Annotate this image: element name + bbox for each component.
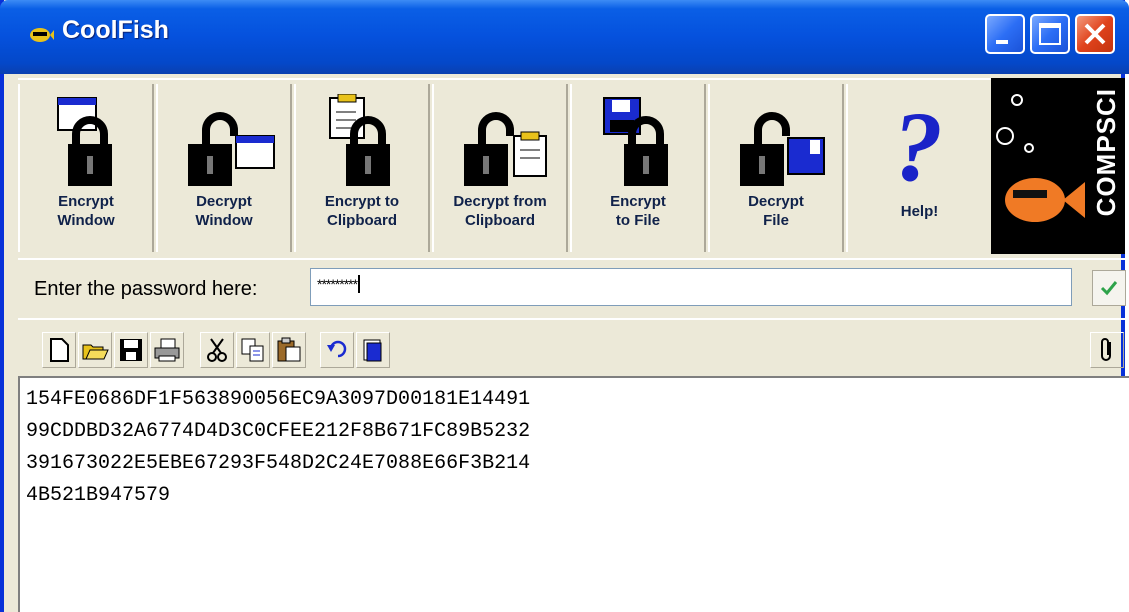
help-label: Help! [900, 203, 939, 220]
password-input[interactable]: ********* [310, 268, 1072, 306]
svg-text:?: ? [893, 94, 943, 190]
logo-text: COMPSCI [1091, 88, 1121, 217]
maximize-button[interactable] [1030, 14, 1070, 54]
attach-icon [1101, 338, 1111, 361]
new-button[interactable] [42, 332, 76, 368]
copy-icon [241, 338, 264, 362]
decrypt-clipboard-icon [464, 112, 547, 186]
select-all-button[interactable] [356, 332, 390, 368]
copy-button[interactable] [236, 332, 270, 368]
new-icon [50, 338, 69, 362]
select-all-icon [363, 339, 382, 362]
decrypt-window-icon [188, 112, 275, 186]
encrypt-file-button[interactable]: Encrypt to File [570, 84, 706, 252]
coolfish-window: CoolFish Encrypt Window Decrypt Window E… [0, 0, 1129, 612]
save-icon [120, 339, 142, 361]
encrypt-window-icon [57, 97, 112, 186]
fish-icon [30, 28, 54, 42]
password-label: Enter the password here: [34, 278, 258, 300]
edit-toolbar [18, 318, 1125, 377]
encrypt-clipboard-icon [329, 94, 390, 186]
editor-line: 391673022E5EBE67293F548D2C24E7088E66F3B2… [26, 452, 531, 475]
encrypt-window-label: Encrypt Window [57, 193, 115, 229]
close-button[interactable] [1075, 14, 1115, 54]
decrypt-window-label: Decrypt Window [195, 193, 253, 229]
text-editor[interactable]: 154FE0686DF1F563890056EC9A3097D00181E144… [18, 376, 1129, 612]
paste-button[interactable] [272, 332, 306, 368]
cut-icon [207, 338, 227, 362]
cut-button[interactable] [200, 332, 234, 368]
encrypt-clipboard-label: Encrypt to Clipboard [324, 193, 400, 229]
password-row: Enter the password here: ********* [18, 258, 1126, 316]
print-icon [154, 338, 180, 362]
help-button[interactable]: ? Help! [846, 84, 991, 252]
help-icon: ? [893, 94, 943, 190]
decrypt-clipboard-label: Decrypt from Clipboard [453, 193, 547, 229]
compsci-logo: COMPSCI [991, 78, 1125, 254]
minimize-button[interactable] [985, 14, 1025, 54]
undo-button[interactable] [320, 332, 354, 368]
confirm-password-button[interactable] [1092, 270, 1126, 306]
main-toolbar: Encrypt Window Decrypt Window Encrypt to… [18, 78, 991, 258]
attach-button[interactable] [1090, 332, 1124, 368]
open-icon [82, 344, 109, 360]
window-title: CoolFish [62, 16, 169, 44]
paste-icon [277, 337, 301, 362]
print-button[interactable] [150, 332, 184, 368]
editor-line: 154FE0686DF1F563890056EC9A3097D00181E144… [26, 388, 531, 411]
decrypt-file-icon [740, 112, 825, 186]
decrypt-file-button[interactable]: Decrypt File [708, 84, 844, 252]
decrypt-clipboard-button[interactable]: Decrypt from Clipboard [432, 84, 568, 252]
close-icon [1084, 23, 1106, 45]
open-button[interactable] [78, 332, 112, 368]
editor-line: 99CDDBD32A6774D4D3C0CFEE212F8B671FC89B52… [26, 420, 531, 443]
password-value: ********* [317, 276, 358, 292]
title-bar[interactable]: CoolFish [0, 0, 1129, 74]
decrypt-file-label: Decrypt File [748, 193, 804, 229]
maximize-icon [1039, 23, 1061, 45]
undo-icon [327, 340, 347, 358]
text-cursor [358, 275, 361, 293]
encrypt-file-icon [603, 97, 668, 186]
decrypt-window-button[interactable]: Decrypt Window [156, 84, 292, 252]
checkmark-icon [1100, 281, 1118, 296]
encrypt-window-button[interactable]: Encrypt Window [18, 84, 154, 252]
encrypt-file-label: Encrypt to File [610, 193, 666, 229]
editor-line: 4B521B947579 [26, 484, 171, 507]
encrypt-clipboard-button[interactable]: Encrypt to Clipboard [294, 84, 430, 252]
minimize-icon [996, 40, 1008, 44]
save-button[interactable] [114, 332, 148, 368]
fish-logo-icon [996, 94, 1085, 222]
